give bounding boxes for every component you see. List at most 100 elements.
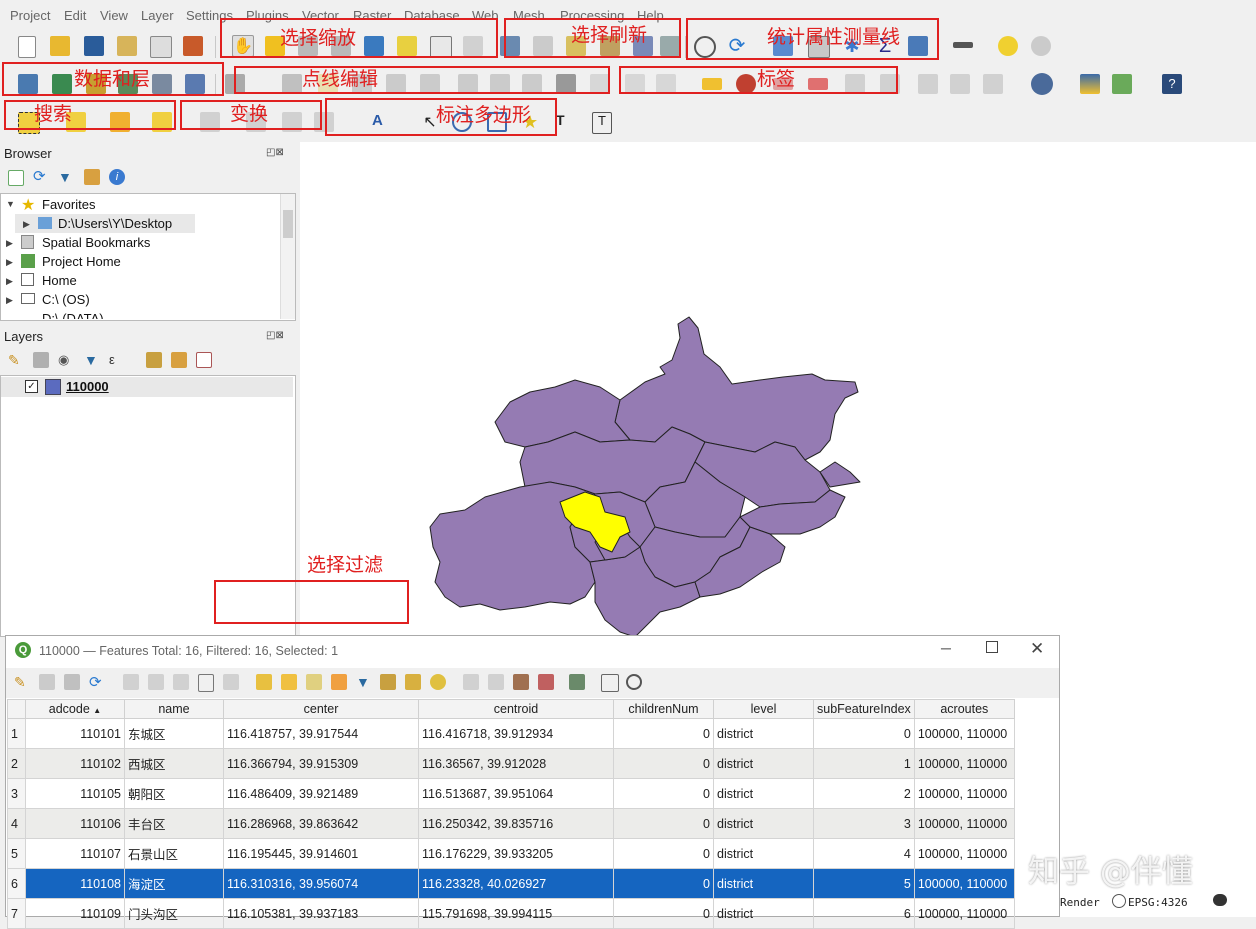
expand-arrow-icon[interactable]: ▶ [6, 257, 13, 268]
table-row[interactable]: 1 110101 东城区 116.418757, 39.917544 116.41671… [7, 718, 1015, 749]
cell-level[interactable]: district [713, 808, 814, 839]
browser-scrollbar[interactable] [280, 194, 295, 319]
cell-level[interactable]: district [713, 898, 814, 929]
menu-edit[interactable]: Edit [64, 8, 86, 23]
measure-line-icon[interactable] [953, 42, 973, 48]
tree-item-project-home[interactable]: Project Home [42, 254, 121, 269]
reload-table-icon[interactable]: ⟳ [89, 673, 105, 691]
cell-acroutes[interactable]: 100000, 110000 [913, 718, 1015, 749]
locator-icon[interactable] [1031, 36, 1051, 56]
save-edits-table-icon[interactable] [64, 674, 80, 690]
cell-name[interactable]: 丰台区 [124, 808, 224, 839]
toggle-edit-icon[interactable]: ✎ [14, 674, 30, 690]
dock-table-icon[interactable] [601, 674, 619, 692]
add-feature-table-icon[interactable] [123, 674, 139, 690]
cell-center[interactable]: 116.286968, 39.863642 [223, 808, 419, 839]
cell-centroid[interactable]: 116.36567, 39.912028 [418, 748, 614, 779]
table-row[interactable]: 7 110109 门头沟区 116.105381, 39.937183 115.7916… [7, 898, 1015, 929]
cell-acroutes[interactable]: 100000, 110000 [913, 898, 1015, 929]
column-header[interactable]: acroutes [913, 699, 1015, 719]
row-number[interactable]: 7 [7, 898, 26, 929]
cell-subFeatureIndex[interactable]: 2 [813, 778, 915, 809]
zoom-selected-icon[interactable] [430, 674, 446, 690]
expand-arrow-icon[interactable]: ▶ [6, 238, 13, 249]
cell-center[interactable]: 116.486409, 39.921489 [223, 778, 419, 809]
text-tool-icon[interactable]: T [592, 112, 612, 134]
table-row[interactable]: 5 110107 石景山区 116.195445, 39.914601 116.1762… [7, 838, 1015, 869]
add-group-icon[interactable] [33, 352, 49, 368]
new-project-icon[interactable] [18, 36, 36, 58]
cell-name[interactable]: 海淀区 [124, 868, 224, 899]
cell-acroutes[interactable]: 100000, 110000 [913, 838, 1015, 869]
cell-name[interactable]: 石景山区 [124, 838, 224, 869]
cell-centroid[interactable]: 116.176229, 39.933205 [418, 838, 614, 869]
cell-acroutes[interactable]: 100000, 110000 [913, 748, 1015, 779]
cell-childrenNum[interactable]: 0 [613, 838, 714, 869]
column-header[interactable]: level [713, 699, 814, 719]
cell-subFeatureIndex[interactable]: 1 [813, 748, 915, 779]
cell-name[interactable]: 西城区 [124, 748, 224, 779]
column-header[interactable]: childrenNum [613, 699, 714, 719]
remove-layer-icon[interactable] [196, 352, 212, 368]
open-project-icon[interactable] [50, 36, 70, 56]
table-row[interactable]: 2 110102 西城区 116.366794, 39.915309 116.36567… [7, 748, 1015, 779]
add-selected-icon[interactable] [8, 170, 24, 186]
cell-centroid[interactable]: 116.513687, 39.951064 [418, 778, 614, 809]
browser-refresh-icon[interactable]: ⟳ [33, 169, 49, 185]
cell-adcode[interactable]: 110107 [25, 838, 125, 869]
column-header[interactable]: adcode ▲ [25, 699, 125, 719]
filter-expression-icon[interactable]: ε [109, 352, 131, 368]
expand-arrow-icon[interactable]: ▼ [6, 199, 15, 209]
new-field-icon[interactable] [463, 674, 479, 690]
paste-table-icon[interactable] [223, 674, 239, 690]
cell-name[interactable]: 东城区 [124, 718, 224, 749]
map-tips-icon[interactable] [998, 36, 1018, 56]
copy-table-icon[interactable] [198, 674, 214, 692]
search-icon[interactable] [626, 674, 642, 690]
expand-arrow-icon[interactable]: ▶ [6, 295, 13, 306]
cell-subFeatureIndex[interactable]: 3 [813, 808, 915, 839]
cell-adcode[interactable]: 110101 [25, 718, 125, 749]
cell-centroid[interactable]: 115.791698, 39.994115 [418, 898, 614, 929]
cell-level[interactable]: district [713, 838, 814, 869]
panel-float-close-icon[interactable]: ◰⊠ [266, 147, 284, 158]
style-manager-icon[interactable] [183, 36, 203, 56]
cell-centroid[interactable]: 116.23328, 40.026927 [418, 868, 614, 899]
row-number[interactable]: 5 [7, 838, 26, 869]
row-number[interactable]: 1 [7, 718, 26, 749]
cell-center[interactable]: 116.418757, 39.917544 [223, 718, 419, 749]
label-diagram-icon[interactable] [983, 74, 1003, 94]
cell-childrenNum[interactable]: 0 [613, 868, 714, 899]
cell-name[interactable]: 门头沟区 [124, 898, 224, 929]
menu-layer[interactable]: Layer [141, 8, 174, 23]
cell-level[interactable]: district [713, 718, 814, 749]
cell-subFeatureIndex[interactable]: 0 [813, 718, 915, 749]
cell-childrenNum[interactable]: 0 [613, 808, 714, 839]
row-number[interactable]: 3 [7, 778, 26, 809]
quickmapservices-icon[interactable] [1031, 73, 1053, 95]
python-console-icon[interactable] [1080, 74, 1100, 94]
cell-adcode[interactable]: 110108 [25, 868, 125, 899]
tree-item-c-drive[interactable]: C:\ (OS) [42, 292, 90, 307]
multi-edit-icon[interactable] [39, 674, 55, 690]
plugins-icon[interactable] [1112, 74, 1132, 94]
help-icon[interactable]: ? [1162, 74, 1182, 94]
organize-columns-icon[interactable] [513, 674, 529, 690]
delete-field-icon[interactable] [488, 674, 504, 690]
filter-icon[interactable]: ▼ [58, 169, 74, 185]
invert-selection-icon[interactable] [306, 674, 322, 690]
expand-all-icon[interactable] [146, 352, 162, 368]
column-header[interactable]: center [223, 699, 419, 719]
cell-center[interactable]: 116.366794, 39.915309 [223, 748, 419, 779]
cell-subFeatureIndex[interactable]: 6 [813, 898, 915, 929]
manage-visibility-icon[interactable]: ◉ [58, 352, 74, 368]
cell-adcode[interactable]: 110102 [25, 748, 125, 779]
cell-adcode[interactable]: 110109 [25, 898, 125, 929]
tree-item-spatial-bookmarks[interactable]: Spatial Bookmarks [42, 235, 150, 250]
layer-visibility-checkbox[interactable]: ✓ [25, 380, 38, 393]
info-icon[interactable]: i [109, 169, 125, 185]
tree-item-d-drive[interactable]: D:\ (DATA) [42, 311, 104, 319]
crs-label[interactable]: EPSG:4326 [1128, 896, 1188, 909]
row-number[interactable]: 2 [7, 748, 26, 779]
cell-childrenNum[interactable]: 0 [613, 748, 714, 779]
